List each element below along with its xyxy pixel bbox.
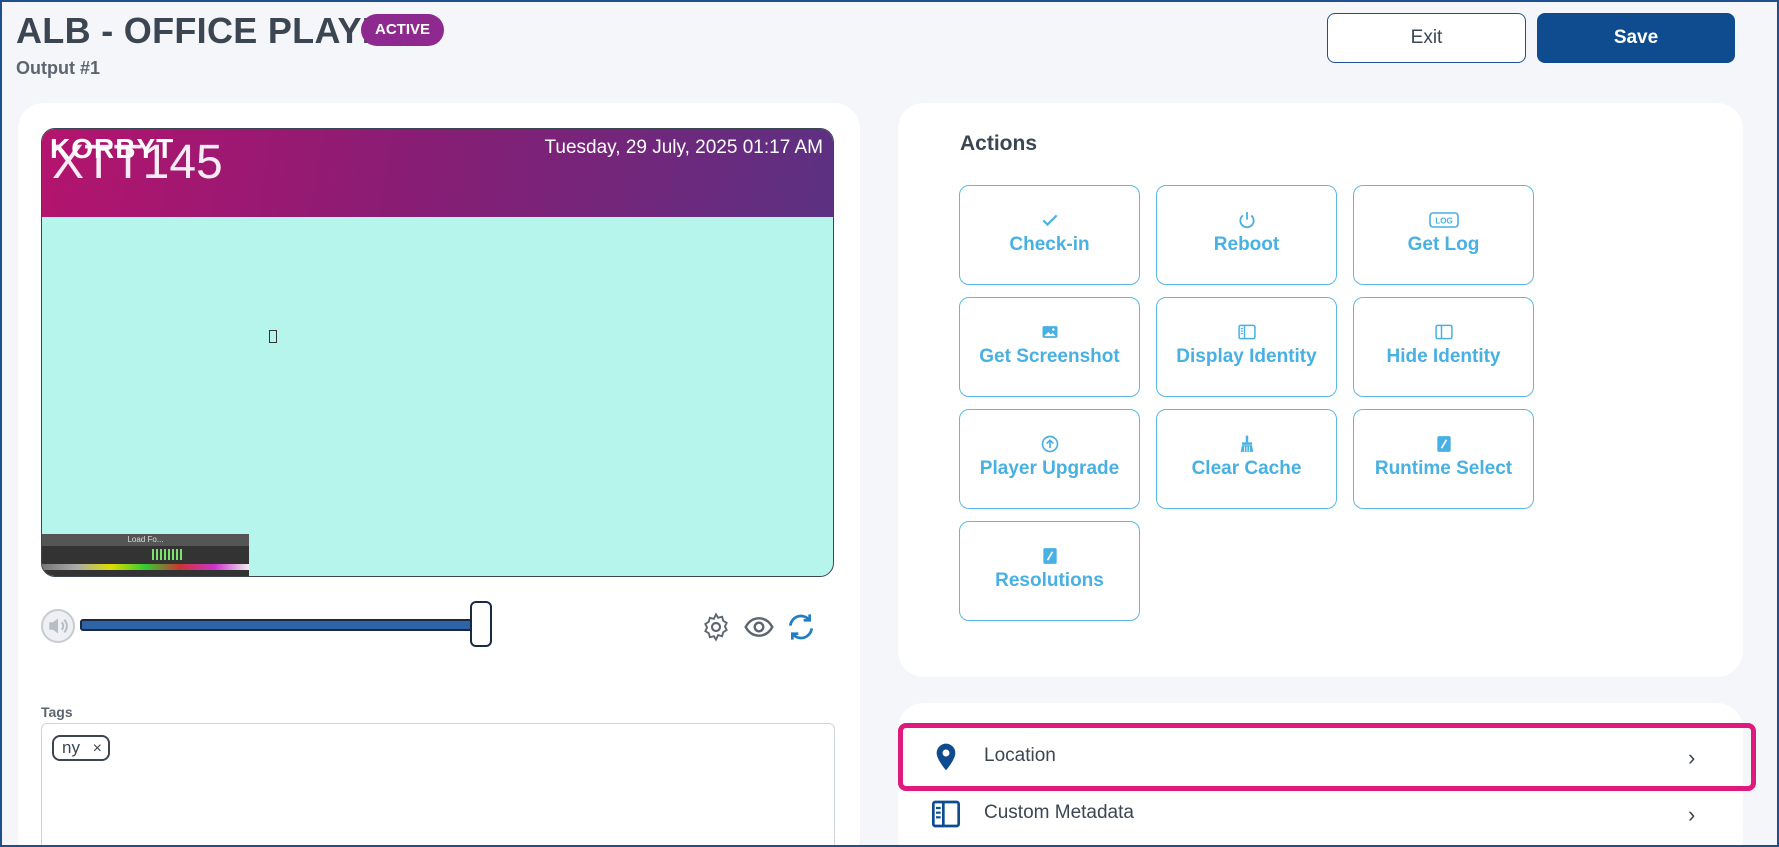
volume-slider-handle[interactable] bbox=[470, 601, 492, 647]
tag-chip-label: ny bbox=[62, 738, 80, 757]
volume-slider-track[interactable] bbox=[80, 619, 482, 631]
tags-input[interactable]: ny × bbox=[41, 723, 835, 847]
action-label: Display Identity bbox=[1176, 346, 1317, 367]
hide-identity-button[interactable]: Hide Identity bbox=[1353, 297, 1534, 397]
custom-metadata-row[interactable]: Custom Metadata › bbox=[898, 784, 1743, 844]
location-pin-icon bbox=[936, 743, 956, 771]
check-in-button[interactable]: Check-in bbox=[959, 185, 1140, 285]
loading-meter bbox=[152, 549, 184, 560]
action-label: Hide Identity bbox=[1386, 346, 1501, 367]
upload-circle-icon bbox=[1041, 435, 1058, 453]
preview-header-bar: XTT145 KORBYT Tuesday, 29 July, 2025 01:… bbox=[42, 129, 833, 217]
get-log-button[interactable]: LOG Get Log bbox=[1353, 185, 1534, 285]
action-label: Reboot bbox=[1213, 234, 1280, 255]
action-label: Get Screenshot bbox=[979, 346, 1120, 367]
tags-label: Tags bbox=[41, 704, 73, 720]
refresh-icon[interactable] bbox=[785, 611, 817, 643]
preview-datetime: Tuesday, 29 July, 2025 01:17 AM bbox=[544, 137, 824, 158]
loading-spectrum bbox=[42, 564, 249, 570]
sidebar-panel-icon bbox=[1434, 324, 1453, 340]
resolutions-button[interactable]: Resolutions bbox=[959, 521, 1140, 621]
gear-icon[interactable] bbox=[700, 611, 732, 643]
runtime-select-button[interactable]: Runtime Select bbox=[1353, 409, 1534, 509]
metadata-panel-icon bbox=[932, 800, 960, 828]
check-icon bbox=[1042, 214, 1057, 227]
eye-icon[interactable] bbox=[743, 611, 775, 643]
action-label: Runtime Select bbox=[1374, 458, 1513, 479]
action-label: Player Upgrade bbox=[979, 458, 1120, 479]
page-title: ALB - OFFICE PLAYER bbox=[16, 10, 413, 51]
action-label: Clear Cache bbox=[1191, 458, 1302, 479]
location-label: Location bbox=[984, 745, 1056, 766]
custom-metadata-label: Custom Metadata bbox=[984, 802, 1134, 823]
edit-icon bbox=[1042, 548, 1057, 564]
log-icon: LOG bbox=[1428, 212, 1459, 228]
output-subtitle: Output #1 bbox=[16, 58, 100, 78]
image-icon bbox=[1042, 326, 1057, 338]
tag-chip: ny × bbox=[52, 735, 110, 761]
volume-icon[interactable] bbox=[41, 609, 75, 643]
loading-text: Load Fo... bbox=[42, 534, 249, 546]
save-button[interactable]: Save bbox=[1537, 13, 1735, 63]
display-identity-button[interactable]: Display Identity bbox=[1156, 297, 1337, 397]
korbyt-logo: KORBYT bbox=[50, 133, 175, 164]
action-label: Check-in bbox=[1009, 234, 1090, 255]
svg-text:LOG: LOG bbox=[1435, 217, 1452, 226]
location-row[interactable]: Location › bbox=[898, 727, 1743, 787]
reboot-button[interactable]: Reboot bbox=[1156, 185, 1337, 285]
action-label: Resolutions bbox=[995, 570, 1104, 591]
tag-remove-button[interactable]: × bbox=[93, 738, 102, 760]
cursor-glyph bbox=[269, 330, 277, 343]
player-upgrade-button[interactable]: Player Upgrade bbox=[959, 409, 1140, 509]
get-screenshot-button[interactable]: Get Screenshot bbox=[959, 297, 1140, 397]
broom-icon bbox=[1240, 435, 1253, 452]
power-icon bbox=[1238, 212, 1255, 229]
loading-overlay: Load Fo... bbox=[42, 534, 249, 576]
identity-panel-icon bbox=[1237, 324, 1256, 340]
chevron-right-icon: › bbox=[1688, 745, 1696, 770]
status-badge: ACTIVE bbox=[361, 14, 445, 46]
chevron-right-icon: › bbox=[1688, 802, 1696, 827]
action-label: Get Log bbox=[1407, 234, 1480, 255]
actions-title: Actions bbox=[960, 132, 1038, 155]
clear-cache-button[interactable]: Clear Cache bbox=[1156, 409, 1337, 509]
exit-button[interactable]: Exit bbox=[1327, 13, 1526, 63]
edit-icon bbox=[1436, 436, 1451, 452]
player-preview-screen: XTT145 KORBYT Tuesday, 29 July, 2025 01:… bbox=[41, 128, 834, 577]
